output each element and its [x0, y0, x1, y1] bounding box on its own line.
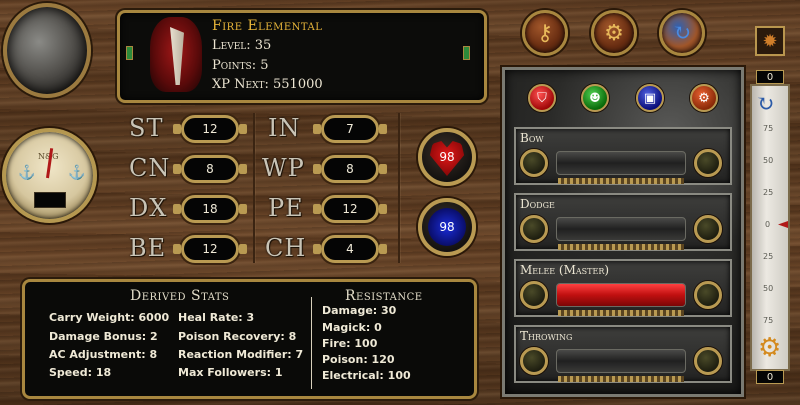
stat-value-cn[interactable]: 8 [173, 155, 247, 183]
stat-label-cn: CN [129, 154, 171, 182]
settings-button[interactable]: ✹ [755, 26, 785, 56]
technological-skills-gem[interactable]: ⚙ [690, 84, 718, 112]
derived-divider [311, 297, 312, 389]
skill-bar-throwing [556, 349, 686, 373]
gear-icon: ⚙ [604, 20, 624, 46]
heart-icon: 98 [429, 141, 465, 176]
cycle-icon: ↻ [672, 20, 692, 46]
fatigue-icon: 98 [428, 208, 466, 246]
stats-divider [253, 113, 255, 263]
skill-name-dodge: Dodge [520, 197, 555, 211]
ruler-number: 75 [763, 316, 774, 325]
skill-decrease-dodge[interactable] [520, 215, 548, 243]
skill-base-bow [558, 178, 684, 184]
ruler-center-label: 0 [765, 220, 771, 229]
ruler-number: 50 [763, 156, 774, 165]
skill-increase-melee[interactable] [694, 281, 722, 309]
stat-label-dx: DX [129, 194, 168, 222]
character-level: Level: 35 [212, 38, 272, 53]
tech-tab-button[interactable]: ↻ [659, 10, 705, 56]
character-points: Points: 5 [212, 58, 269, 73]
skill-name-throwing: Throwing [520, 329, 573, 343]
hat-icon: ▣ [643, 90, 657, 106]
fatigue-value: 98 [439, 220, 455, 234]
cycle-icon: ↻ [756, 92, 775, 117]
hit-points-orb: 98 [418, 128, 476, 186]
skill-base-dodge [558, 244, 684, 250]
stat-value-wp[interactable]: 8 [313, 155, 387, 183]
skills-tab-button[interactable]: ⚷ [522, 10, 568, 56]
gear-icon: ⚙ [758, 333, 782, 363]
skill-increase-throwing[interactable] [694, 347, 722, 375]
skill-name-melee: Melee (Master) [520, 263, 610, 277]
stat-label-wp: WP [262, 154, 305, 182]
stat-label-be: BE [129, 234, 167, 262]
skill-decrease-melee[interactable] [520, 281, 548, 309]
anchor-icon: ⚓ [18, 165, 36, 181]
flame-gear-icon: ✹ [762, 30, 778, 52]
world-viewport[interactable] [3, 3, 91, 98]
derived-damage-bonus: Damage Bonus: 2 [49, 330, 158, 343]
resistance-fire: Fire: 100 [322, 337, 378, 350]
skill-decrease-throwing[interactable] [520, 347, 548, 375]
social-skills-gem[interactable]: ▣ [636, 84, 664, 112]
derived-poison-recovery: Poison Recovery: 8 [178, 330, 297, 343]
skill-bar-bow [556, 151, 686, 175]
derived-heal-rate: Heal Rate: 3 [178, 311, 255, 324]
skill-bar-melee [556, 283, 686, 307]
hit-points-value: 98 [439, 150, 455, 164]
anchor-icon: ⚓ [68, 165, 86, 181]
stat-value-in[interactable]: 7 [313, 115, 387, 143]
skill-base-melee [558, 310, 684, 316]
resistance-electrical: Electrical: 100 [322, 369, 411, 382]
derived-carry-weight: Carry Weight: 6000 [49, 311, 170, 324]
stat-value-be[interactable]: 12 [173, 235, 247, 263]
panel-stud-right [463, 46, 470, 60]
skill-increase-dodge[interactable] [694, 215, 722, 243]
character-name: Fire Elemental [212, 18, 323, 34]
ruler-bottom-counter: 0 [756, 370, 784, 384]
mask-icon: ☻ [589, 90, 601, 106]
stat-label-pe: PE [268, 194, 304, 222]
skill-bar-dodge [556, 217, 686, 241]
character-xp-next: XP Next: 551000 [212, 77, 323, 92]
stat-value-st[interactable]: 12 [173, 115, 247, 143]
stat-label-st: ST [129, 114, 164, 142]
derived-max-followers: Max Followers: 1 [178, 366, 283, 379]
skill-decrease-bow[interactable] [520, 149, 548, 177]
resistance-title: Resistance [345, 288, 423, 304]
derived-ac-adjustment: AC Adjustment: 8 [49, 348, 158, 361]
gauge-window [34, 192, 66, 208]
stat-label-in: IN [268, 114, 301, 142]
skill-base-throwing [558, 376, 684, 382]
fatigue-orb: 98 [418, 198, 476, 256]
derived-speed: Speed: 18 [49, 366, 112, 379]
stat-value-dx[interactable]: 18 [173, 195, 247, 223]
shield-icon: ⛉ [537, 90, 547, 106]
stat-value-ch[interactable]: 4 [313, 235, 387, 263]
skill-name-bow: Bow [520, 131, 544, 145]
ruler-number: 50 [763, 284, 774, 293]
resistance-damage: Damage: 30 [322, 304, 397, 317]
resistance-poison: Poison: 120 [322, 353, 395, 366]
character-sheet: Fire Elemental Level: 35 Points: 5 XP Ne… [0, 0, 800, 405]
ruler-number: 75 [763, 124, 774, 133]
gear-icon: ⚙ [698, 90, 710, 106]
ruler-number: 25 [763, 252, 774, 261]
ruler-top-counter: 0 [756, 70, 784, 84]
ruler-number: 25 [763, 188, 774, 197]
derived-reaction-modifier: Reaction Modifier: 7 [178, 348, 304, 361]
panel-stud-left [126, 46, 133, 60]
skill-increase-bow[interactable] [694, 149, 722, 177]
stat-value-pe[interactable]: 12 [313, 195, 387, 223]
key-icon: ⚷ [536, 20, 554, 46]
skill-fill-melee [557, 284, 685, 306]
thieving-skills-gem[interactable]: ☻ [581, 84, 609, 112]
combat-skills-gem[interactable]: ⛉ [528, 84, 556, 112]
derived-stats-title: Derived Stats [130, 288, 230, 304]
spells-tab-button[interactable]: ⚙ [591, 10, 637, 56]
resistance-magick: Magick: 0 [322, 321, 382, 334]
stat-label-ch: CH [265, 234, 307, 262]
stats-divider [398, 113, 400, 263]
